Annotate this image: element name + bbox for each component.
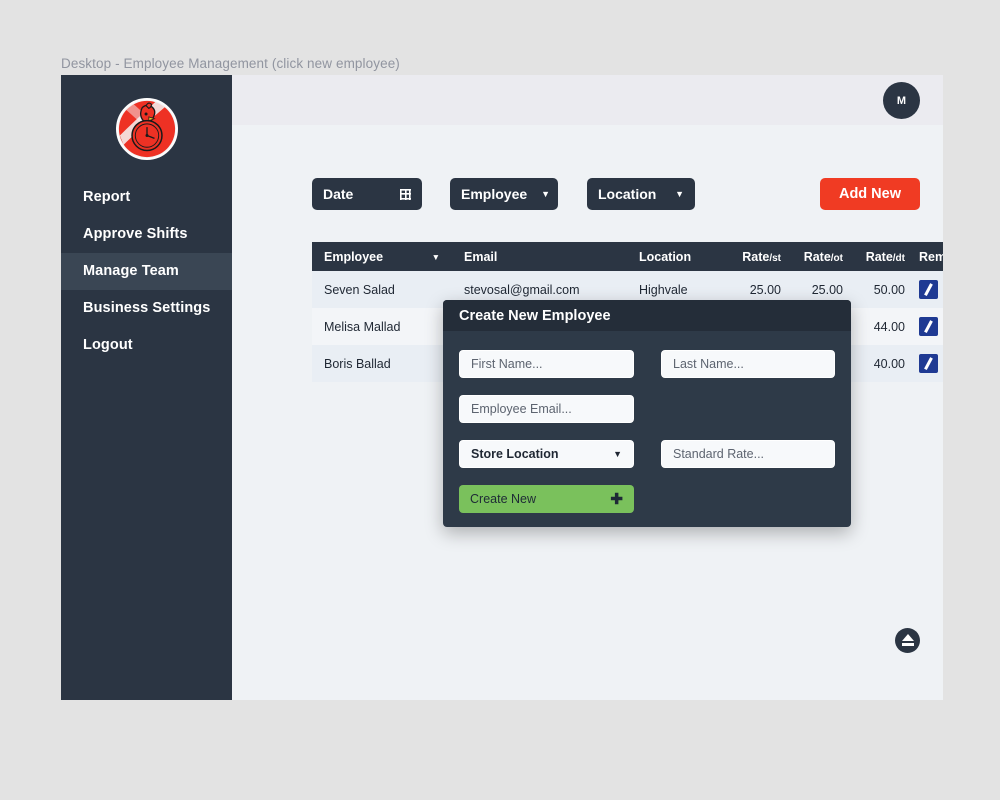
cell-actions: ✕: [913, 308, 943, 345]
plus-icon: ✚: [610, 491, 623, 508]
cell-rate-dt: 44.00: [873, 319, 905, 334]
chevron-down-icon: ▼: [541, 188, 551, 199]
sidebar-item-logout[interactable]: Logout: [61, 327, 232, 364]
edit-icon[interactable]: [919, 280, 938, 299]
column-header-email[interactable]: Email: [452, 242, 627, 271]
store-location-value: Store Location: [471, 447, 559, 461]
column-label-sub: /st: [769, 252, 781, 264]
store-location-select[interactable]: Store Location ▼: [459, 440, 634, 468]
sidebar-item-business-settings[interactable]: Business Settings: [61, 290, 232, 327]
modal-title: Create New Employee: [443, 300, 851, 331]
cell-employee: Melisa Mallad: [324, 319, 401, 334]
last-name-placeholder: Last Name...: [673, 357, 744, 371]
cell-rate-dt: 50.00: [873, 282, 905, 297]
location-filter-dropdown[interactable]: Location ▼: [587, 178, 695, 210]
cell-actions: ✕: [913, 345, 943, 382]
employee-email-input[interactable]: Employee Email...: [459, 395, 634, 423]
modal-body: First Name... Last Name... Employee Emai…: [443, 331, 851, 527]
main-content: M Date Employee ▼ Location ▼ Add New Emp…: [232, 75, 943, 700]
chevron-down-icon: ▼: [675, 188, 684, 199]
cell-rate-dt: 40.00: [873, 356, 905, 371]
column-label: Remove: [919, 249, 943, 264]
column-label: Rate: [742, 249, 770, 264]
app-window: Report Approve Shifts Manage Team Busine…: [61, 75, 943, 700]
sidebar-item-label: Manage Team: [83, 263, 179, 279]
column-label: Email: [464, 249, 498, 264]
sidebar-item-label: Approve Shifts: [83, 226, 188, 242]
column-header-rate-dt[interactable]: Rate/dt: [851, 242, 913, 271]
sidebar-nav: Report Approve Shifts Manage Team Busine…: [61, 179, 232, 364]
standard-rate-placeholder: Standard Rate...: [673, 447, 765, 461]
avatar-initial: M: [896, 94, 907, 107]
employee-filter-dropdown[interactable]: Employee ▼: [450, 178, 558, 210]
standard-rate-input[interactable]: Standard Rate...: [661, 440, 835, 468]
first-name-input[interactable]: First Name...: [459, 350, 634, 378]
sidebar-item-approve-shifts[interactable]: Approve Shifts: [61, 216, 232, 253]
column-header-rate-ot[interactable]: Rate/ot: [789, 242, 851, 271]
eject-icon[interactable]: [895, 628, 920, 653]
eject-triangle: [901, 634, 914, 641]
column-header-employee[interactable]: Employee ▼: [312, 242, 452, 271]
column-label: Employee: [324, 249, 384, 264]
window-title: Desktop - Employee Management (click new…: [61, 56, 400, 71]
table-header-row: Employee ▼ Email Location Rate/st Rate/o…: [312, 242, 943, 271]
filter-toolbar: Date Employee ▼ Location ▼ Add New: [232, 178, 943, 210]
sidebar-item-manage-team[interactable]: Manage Team: [61, 253, 232, 290]
column-label: Location: [639, 249, 692, 264]
column-header-remove: Remove: [913, 242, 943, 271]
sidebar-item-report[interactable]: Report: [61, 179, 232, 216]
sidebar-item-label: Report: [83, 189, 131, 205]
cell-actions: ✕: [913, 271, 943, 308]
column-label-sub: /dt: [892, 252, 905, 264]
employee-filter-label: Employee: [461, 186, 528, 202]
column-header-location[interactable]: Location: [627, 242, 727, 271]
first-name-placeholder: First Name...: [471, 357, 543, 371]
create-new-label: Create New: [470, 492, 536, 506]
column-label-sub: /ot: [830, 252, 843, 264]
date-filter-button[interactable]: Date: [312, 178, 422, 210]
sidebar: Report Approve Shifts Manage Team Busine…: [61, 75, 232, 700]
sidebar-item-label: Logout: [83, 337, 133, 353]
chevron-down-icon: ▼: [613, 448, 622, 459]
cell-employee: Seven Salad: [324, 282, 395, 297]
column-label: Rate: [803, 249, 831, 264]
employee-email-placeholder: Employee Email...: [471, 402, 572, 416]
top-bar: M: [232, 75, 943, 125]
column-header-rate-st[interactable]: Rate/st: [727, 242, 789, 271]
edit-icon[interactable]: [919, 354, 938, 373]
avatar[interactable]: M: [883, 82, 920, 119]
create-new-employee-modal: Create New Employee First Name... Last N…: [443, 300, 851, 527]
edit-icon[interactable]: [919, 317, 938, 336]
create-new-button[interactable]: Create New ✚: [459, 485, 634, 513]
date-filter-label: Date: [323, 186, 354, 202]
rooster-clock-logo: [115, 98, 178, 160]
sort-descending-icon: ▼: [431, 251, 440, 262]
last-name-input[interactable]: Last Name...: [661, 350, 835, 378]
location-filter-label: Location: [598, 186, 657, 202]
cell-employee: Boris Ballad: [324, 356, 391, 371]
column-label: Rate: [865, 249, 893, 264]
eject-bar: [901, 643, 914, 646]
calendar-grid-icon: [400, 188, 411, 200]
add-new-button[interactable]: Add New: [819, 178, 920, 210]
sidebar-item-label: Business Settings: [83, 300, 211, 316]
